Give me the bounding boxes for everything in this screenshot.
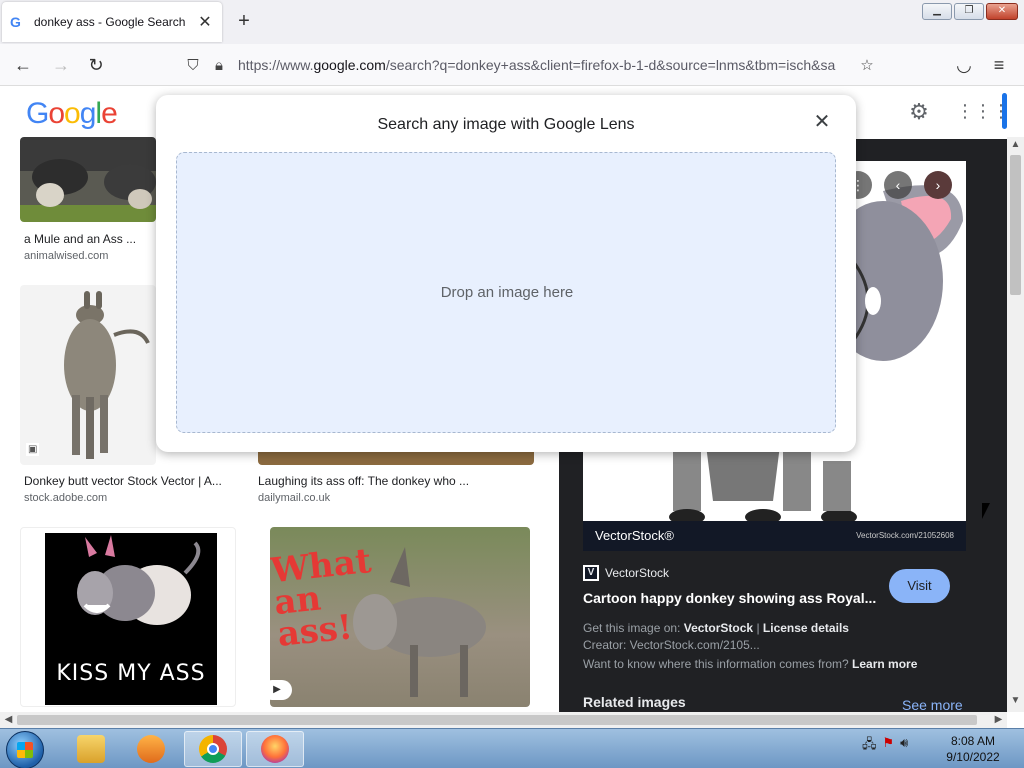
- folder-icon: [77, 735, 105, 763]
- prev-image-icon[interactable]: ‹: [884, 171, 912, 199]
- restore-button[interactable]: ❐: [954, 3, 984, 20]
- info-question: Want to know where this information come…: [583, 657, 918, 671]
- what-an-ass-text: What an ass!: [270, 541, 374, 655]
- result-image-donkey-butt[interactable]: ▣: [20, 285, 156, 465]
- see-more-link[interactable]: See more: [902, 697, 963, 712]
- watermark-logo: VectorStock®: [595, 528, 674, 543]
- visit-button[interactable]: Visit: [889, 569, 950, 603]
- tab-title: donkey ass - Google Search: [34, 15, 186, 29]
- tab-close-icon[interactable]: ✕: [196, 12, 214, 32]
- video-play-icon[interactable]: ▶: [270, 680, 292, 700]
- apps-grid-icon[interactable]: ⋮⋮⋮: [956, 101, 1007, 122]
- creator-line: Creator: VectorStock.com/2105...: [583, 638, 760, 652]
- google-favicon-icon: G: [10, 14, 21, 30]
- tab-bar: G donkey ass - Google Search ✕ + ▁ ❐ ✕: [0, 0, 1024, 44]
- source-site[interactable]: V VectorStock: [583, 565, 669, 581]
- kiss-my-ass-text: KISS MY ASS: [56, 661, 206, 686]
- pocket-icon[interactable]: ◡: [953, 54, 975, 76]
- settings-gear-icon[interactable]: ⚙: [906, 99, 932, 125]
- new-tab-icon[interactable]: +: [232, 10, 256, 33]
- next-image-icon[interactable]: ›: [924, 171, 952, 199]
- reload-icon[interactable]: ↻: [85, 54, 107, 76]
- taskbar-media-player[interactable]: [122, 731, 180, 767]
- scroll-left-icon[interactable]: ◀: [0, 714, 17, 725]
- result-image-mule[interactable]: [20, 137, 156, 222]
- vertical-scrollbar[interactable]: ▲ ▼: [1007, 137, 1024, 712]
- result-image-kiss-my-ass[interactable]: KISS MY ASS: [20, 527, 236, 707]
- image-badge-icon: ▣: [26, 443, 40, 456]
- drop-zone-text: Drop an image here: [440, 284, 574, 301]
- shield-icon[interactable]: ⛉: [180, 57, 206, 74]
- result-source[interactable]: dailymail.co.uk: [258, 492, 330, 504]
- window-close-button[interactable]: ✕: [986, 3, 1018, 20]
- vectorstock-favicon-icon: V: [583, 565, 599, 581]
- taskbar-chrome[interactable]: [184, 731, 242, 767]
- result-source[interactable]: stock.adobe.com: [24, 492, 107, 504]
- taskbar-explorer[interactable]: [62, 731, 120, 767]
- system-tray: 🖧︎ ⚑ 🔊︎: [862, 735, 908, 757]
- taskbar-firefox[interactable]: [246, 731, 304, 767]
- address-bar[interactable]: ⛉ 🔒︎ https://www.google.com/search?q=don…: [180, 50, 880, 80]
- navigation-bar: ← → ↻ ⛉ 🔒︎ https://www.google.com/search…: [0, 44, 1024, 86]
- start-button[interactable]: [6, 731, 44, 768]
- result-caption[interactable]: Laughing its ass off: The donkey who ...: [258, 474, 469, 488]
- sign-in-button-edge[interactable]: [1002, 93, 1007, 129]
- url-text[interactable]: https://www.google.com/search?q=donkey+a…: [238, 57, 854, 73]
- action-center-flag-icon[interactable]: ⚑: [883, 735, 895, 757]
- get-image-site-link[interactable]: VectorStock: [684, 621, 753, 635]
- vectorstock-watermark: VectorStock® VectorStock.com/21052608: [583, 521, 966, 551]
- forward-icon[interactable]: →: [50, 54, 72, 76]
- mouse-cursor-icon: [982, 503, 990, 519]
- media-player-icon: [137, 735, 165, 763]
- menu-icon[interactable]: ≡: [988, 54, 1010, 76]
- clock-date: 9/10/2022: [946, 750, 1000, 764]
- taskbar-clock[interactable]: 8:08 AM 9/10/2022: [930, 733, 1016, 765]
- minimize-button[interactable]: ▁: [922, 3, 952, 20]
- back-icon[interactable]: ←: [12, 54, 34, 76]
- get-image-line: Get this image on: VectorStock | License…: [583, 621, 849, 635]
- source-name: VectorStock: [605, 566, 670, 580]
- horizontal-scroll-thumb[interactable]: [17, 715, 977, 725]
- preview-title[interactable]: Cartoon happy donkey showing ass Royal..…: [583, 590, 876, 606]
- lens-close-icon[interactable]: ✕: [810, 109, 834, 134]
- google-logo[interactable]: Google: [26, 97, 118, 131]
- scroll-up-icon[interactable]: ▲: [1007, 139, 1024, 150]
- vertical-scroll-thumb[interactable]: [1010, 155, 1021, 295]
- license-details-link[interactable]: License details: [763, 621, 849, 635]
- watermark-url: VectorStock.com/21052608: [856, 531, 954, 540]
- learn-more-link[interactable]: Learn more: [852, 657, 917, 671]
- network-icon[interactable]: 🖧︎: [862, 735, 877, 757]
- scroll-down-icon[interactable]: ▼: [1007, 695, 1024, 706]
- result-image-what-an-ass[interactable]: What an ass! ▶: [270, 527, 530, 707]
- horizontal-scrollbar[interactable]: ◀ ▶: [0, 712, 1007, 728]
- related-images-heading: Related images: [583, 694, 686, 710]
- windows-taskbar: 🖧︎ ⚑ 🔊︎ 8:08 AM 9/10/2022: [0, 728, 1024, 768]
- lock-icon[interactable]: 🔒︎: [206, 57, 232, 74]
- clock-time: 8:08 AM: [950, 734, 996, 748]
- result-caption[interactable]: a Mule and an Ass ...: [24, 232, 136, 246]
- google-lens-dialog: Search any image with Google Lens ✕ Drop…: [156, 95, 856, 452]
- volume-icon[interactable]: 🔊︎: [900, 735, 908, 757]
- window-controls: ▁ ❐ ✕: [922, 3, 1018, 20]
- result-source[interactable]: animalwised.com: [24, 250, 108, 262]
- bookmark-star-icon[interactable]: ☆: [854, 56, 880, 74]
- firefox-icon: [261, 735, 289, 763]
- scroll-right-icon[interactable]: ▶: [990, 714, 1007, 725]
- result-caption[interactable]: Donkey butt vector Stock Vector | A...: [24, 474, 222, 488]
- chrome-icon: [199, 735, 227, 763]
- image-drop-zone[interactable]: Drop an image here: [176, 152, 836, 433]
- browser-tab[interactable]: G donkey ass - Google Search ✕: [2, 2, 222, 42]
- lens-title: Search any image with Google Lens: [377, 116, 635, 133]
